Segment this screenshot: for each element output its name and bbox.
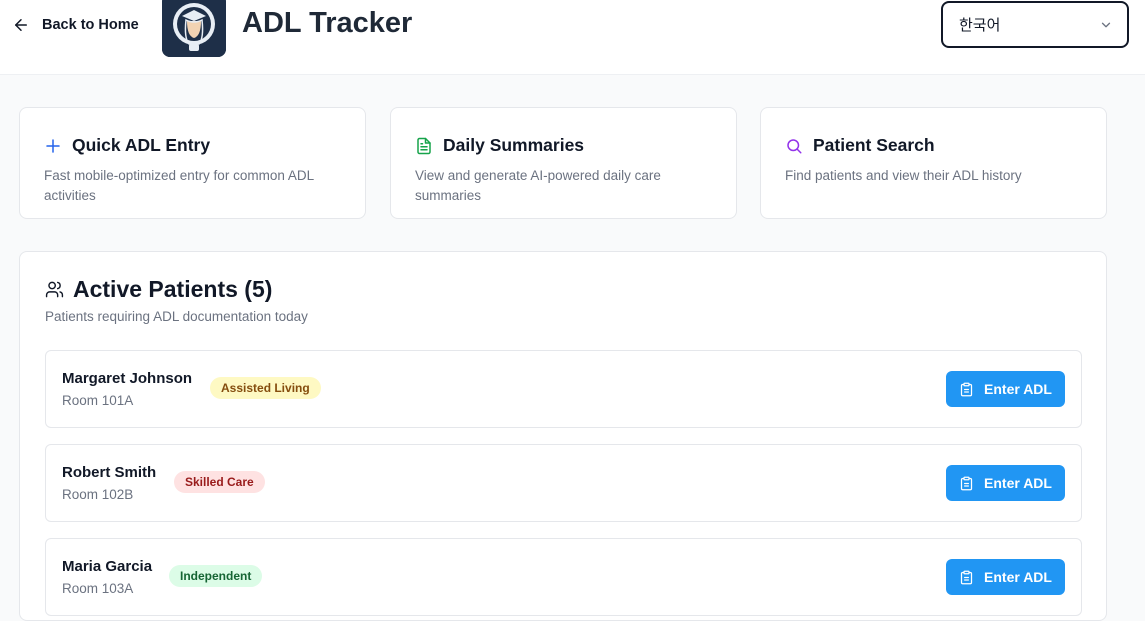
clipboard-icon xyxy=(960,382,973,396)
patient-room: Room 102B xyxy=(62,487,134,502)
panel-subtitle: Patients requiring ADL documentation tod… xyxy=(45,309,308,324)
card-title: Quick ADL Entry xyxy=(72,135,211,155)
search-icon xyxy=(787,138,802,153)
patient-room: Room 101A xyxy=(62,393,134,408)
patient-search-card[interactable]: Patient Search Find patients and view th… xyxy=(760,107,1107,219)
card-title: Daily Summaries xyxy=(443,135,585,155)
enter-adl-button[interactable]: Enter ADL xyxy=(946,559,1065,595)
status-badge: Independent xyxy=(169,565,263,587)
active-patients-panel: Active Patients (5) Patients requiring A… xyxy=(19,251,1107,621)
patient-row[interactable]: Robert Smith Room 102B Skilled Care Ente… xyxy=(45,444,1082,522)
enter-adl-label: Enter ADL xyxy=(984,381,1052,397)
patient-name: Margaret Johnson xyxy=(62,370,193,387)
app-title: ADL Tracker xyxy=(242,7,413,39)
app-logo xyxy=(162,0,226,57)
language-value: 한국어 xyxy=(959,17,1001,34)
top-header: Back to Home ADL Tracker 한국어 xyxy=(0,0,1145,75)
panel-title: Active Patients (5) xyxy=(73,276,273,302)
enter-adl-button[interactable]: Enter ADL xyxy=(946,371,1065,407)
document-icon xyxy=(417,137,431,154)
plus-icon xyxy=(46,138,60,153)
status-badge: Skilled Care xyxy=(174,471,265,493)
back-to-home-link[interactable]: Back to Home xyxy=(12,14,139,36)
patient-row[interactable]: Maria Garcia Room 103A Independent Enter… xyxy=(45,538,1082,616)
clipboard-icon xyxy=(960,570,973,584)
card-description: Fast mobile-optimized entry for common A… xyxy=(44,168,314,203)
card-description: View and generate AI-powered daily care … xyxy=(415,168,661,203)
clipboard-icon xyxy=(960,476,973,490)
daily-summaries-card[interactable]: Daily Summaries View and generate AI-pow… xyxy=(390,107,737,219)
quick-adl-entry-card[interactable]: Quick ADL Entry Fast mobile-optimized en… xyxy=(19,107,366,219)
language-select[interactable]: 한국어 xyxy=(941,1,1129,48)
patient-name: Robert Smith xyxy=(62,464,157,481)
status-badge: Assisted Living xyxy=(210,377,321,399)
patient-name: Maria Garcia xyxy=(62,558,153,575)
users-icon xyxy=(45,281,64,298)
chevron-down-icon xyxy=(1101,22,1111,27)
back-label: Back to Home xyxy=(42,17,139,33)
enter-adl-label: Enter ADL xyxy=(984,475,1052,491)
patient-row[interactable]: Margaret Johnson Room 101A Assisted Livi… xyxy=(45,350,1082,428)
card-description: Find patients and view their ADL history xyxy=(785,168,1022,183)
arrow-left-icon xyxy=(15,19,27,31)
enter-adl-label: Enter ADL xyxy=(984,569,1052,585)
enter-adl-button[interactable]: Enter ADL xyxy=(946,465,1065,501)
card-title: Patient Search xyxy=(813,135,935,155)
patient-room: Room 103A xyxy=(62,581,134,596)
